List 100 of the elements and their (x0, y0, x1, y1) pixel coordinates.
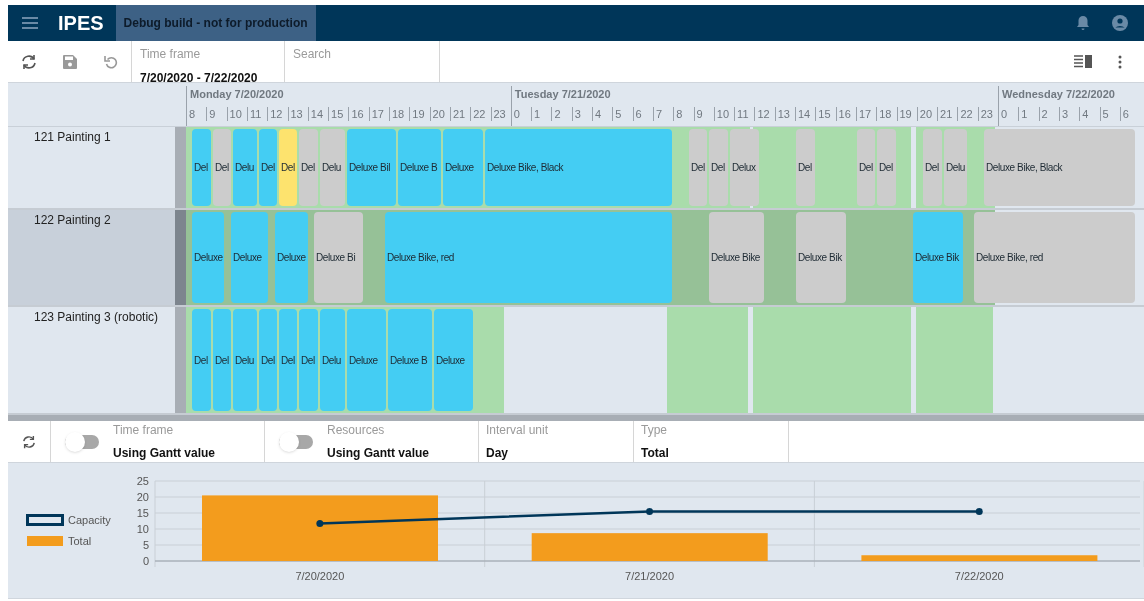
task-bar[interactable]: Delu (233, 129, 257, 206)
hour-label: 20 (916, 107, 933, 121)
menu-icon[interactable] (22, 17, 38, 29)
task-bar[interactable]: Deluxe B (388, 309, 432, 411)
y-tick-label: 0 (142, 555, 149, 567)
legend-label: Total (68, 533, 92, 549)
task-bar[interactable]: Deluxe Bik (913, 212, 963, 303)
debug-badge: Debug build - not for production (115, 5, 316, 41)
task-bar[interactable]: Deluxe Bike, Black (485, 129, 672, 206)
resource-row-header[interactable]: 122 Painting 2 (8, 210, 175, 305)
task-bar[interactable]: Del (192, 309, 211, 411)
hour-label: 12 (754, 107, 770, 121)
hour-label: 11 (734, 107, 749, 121)
save-icon[interactable] (63, 54, 78, 69)
task-bar[interactable]: Del (923, 129, 942, 206)
task-bar[interactable]: Deluxe Bi (314, 212, 363, 303)
hour-label: 23 (977, 107, 993, 121)
task-bar[interactable]: Del (259, 309, 277, 411)
task-bar[interactable]: Del (213, 129, 231, 206)
hour-label: 7 (652, 107, 662, 121)
hour-label: 16 (835, 107, 851, 121)
hour-label: 6 (1119, 107, 1129, 121)
more-options-icon[interactable] (1118, 54, 1122, 69)
task-bar[interactable]: Del (299, 309, 318, 411)
task-bar[interactable]: Del (279, 129, 297, 206)
hour-label: 3 (1058, 107, 1068, 121)
hour-label: 1 (531, 107, 541, 121)
y-tick-label: 15 (136, 507, 149, 519)
refresh-icon[interactable] (22, 434, 36, 449)
task-bar[interactable]: Del (299, 129, 318, 206)
task-bar[interactable]: Delu (320, 309, 345, 411)
task-bar[interactable]: Del (689, 129, 707, 206)
hour-label: 13 (287, 107, 303, 121)
task-bar[interactable]: Deluxe (347, 309, 386, 411)
hour-label: 8 (673, 107, 683, 121)
column-layout-icon[interactable] (1074, 55, 1092, 68)
task-bar[interactable]: Deluxe Bike, red (974, 212, 1135, 303)
task-bar[interactable]: Del (259, 129, 277, 206)
task-bar[interactable]: Del (857, 129, 875, 206)
hour-label: 9 (206, 107, 216, 121)
task-bar[interactable]: Del (877, 129, 896, 206)
hour-label: 11 (246, 107, 262, 121)
legend-label: Capacity (68, 513, 111, 528)
scrollbar-thumb[interactable] (175, 210, 186, 305)
hour-label: 12 (267, 107, 283, 121)
task-bar[interactable]: Deluxe Bike (709, 212, 764, 303)
task-bar[interactable]: Delu (944, 129, 967, 206)
task-bar[interactable]: Deluxe (231, 212, 268, 303)
filter-value: Using Gantt value (327, 445, 430, 462)
bell-icon[interactable] (1076, 15, 1090, 31)
hour-label: 22 (957, 107, 973, 121)
task-bar[interactable]: Del (709, 129, 728, 206)
task-bar[interactable]: Delu (320, 129, 345, 206)
task-bar[interactable]: Deluxe Bike, Black (984, 129, 1135, 206)
hour-label: 19 (409, 107, 425, 121)
account-icon[interactable] (1112, 15, 1128, 31)
hour-label: 0 (998, 107, 1008, 121)
x-axis-label: 7/22/2020 (954, 570, 1004, 582)
filter-field[interactable]: Interval unit Day (479, 421, 634, 462)
task-bar[interactable]: Del (192, 129, 211, 206)
hour-label: 22 (470, 107, 486, 121)
filter-field[interactable]: Type Total (634, 421, 789, 462)
hour-label: 4 (1079, 107, 1089, 121)
x-axis-label: 7/21/2020 (625, 570, 674, 582)
y-tick-label: 25 (136, 475, 149, 487)
undo-icon[interactable] (103, 54, 118, 69)
hour-label: 14 (307, 107, 324, 121)
task-bar[interactable]: Del (213, 309, 231, 411)
search-field[interactable]: Search (285, 41, 440, 82)
task-bar[interactable]: Del (279, 309, 297, 411)
capacity-point (316, 520, 324, 528)
task-bar[interactable]: Deluxe (275, 212, 308, 303)
task-bar[interactable]: Deluxe (192, 212, 224, 303)
task-bar[interactable]: Deluxe (443, 129, 483, 206)
task-bar[interactable]: Delux (730, 129, 759, 206)
hour-label: 5 (1099, 107, 1109, 121)
task-bar[interactable]: Deluxe Bil (347, 129, 396, 206)
task-bar[interactable]: Deluxe (434, 309, 473, 411)
hour-label: 14 (795, 107, 811, 121)
hour-label: 1 (1018, 107, 1028, 121)
hour-label: 10 (713, 107, 730, 121)
filter-label: Resources (327, 422, 386, 439)
hour-label: 15 (328, 107, 344, 121)
capacity-point (975, 507, 983, 515)
y-tick-label: 20 (136, 491, 149, 503)
capacity-point (646, 507, 654, 515)
hour-label: 21 (449, 107, 466, 121)
toggle-switch[interactable] (65, 434, 99, 449)
task-bar[interactable]: Deluxe Bik (796, 212, 846, 303)
hour-label: 17 (855, 107, 872, 121)
time-frame-field[interactable]: Time frame 7/20/2020 - 7/22/2020 (131, 41, 285, 82)
task-bar[interactable]: Deluxe Bike, red (385, 212, 672, 303)
y-tick-label: 5 (142, 539, 149, 551)
task-bar[interactable]: Deluxe B (398, 129, 441, 206)
task-bar[interactable]: Delu (233, 309, 257, 411)
hour-label: 5 (612, 107, 622, 121)
hour-label: 4 (592, 107, 602, 121)
toggle-switch[interactable] (279, 434, 313, 449)
refresh-icon[interactable] (21, 53, 38, 70)
task-bar[interactable]: Del (796, 129, 815, 206)
